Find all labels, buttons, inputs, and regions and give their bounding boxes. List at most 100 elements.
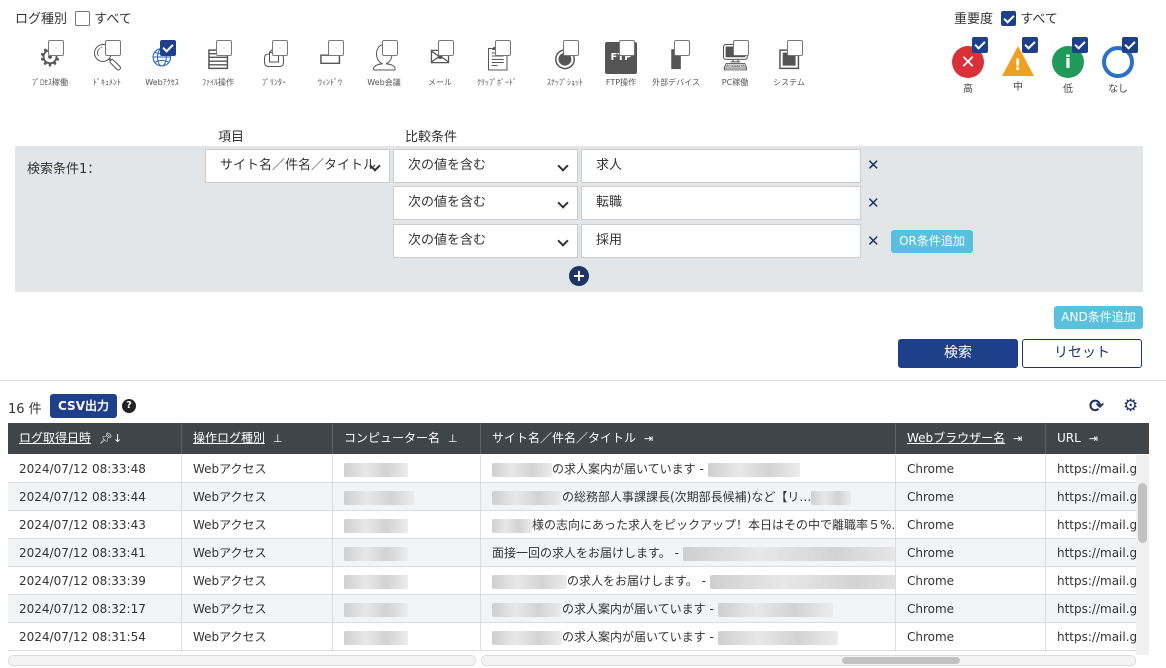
cell-computer [333, 455, 481, 483]
log-type-process[interactable]: ⚙ ﾌﾟﾛｾｽ稼働 [26, 38, 74, 88]
remove-condition-1-icon[interactable]: ✕ [867, 156, 880, 174]
log-type-checkbox[interactable] [216, 40, 232, 56]
compare-select-2[interactable]: 次の値を含む [393, 186, 578, 220]
cell-log-type: Webアクセス [182, 623, 333, 651]
gear-icon[interactable]: ⚙ [1123, 396, 1138, 416]
log-type-all-label: すべて [94, 12, 132, 27]
csv-export-button[interactable]: CSV出力 [50, 394, 117, 418]
log-type-checkbox[interactable] [438, 40, 454, 56]
log-type-checkbox[interactable] [272, 40, 288, 56]
severity-checkbox[interactable] [972, 37, 988, 53]
severity-1[interactable]: ! 中 [998, 37, 1038, 93]
column-log-type[interactable]: 操作ログ種別 ⊥ [182, 423, 333, 454]
log-type-printer[interactable]: ⎙ ﾌﾟﾘﾝﾀｰ [250, 38, 298, 88]
log-type-pc-clock[interactable]: 🖥︎ PC稼働 [711, 38, 759, 88]
pin-icon: 📌︎↓ [99, 432, 123, 445]
field-select[interactable]: サイト名／件名／タイトル [205, 149, 390, 183]
severity-checkbox[interactable] [1022, 37, 1038, 53]
log-type-checkbox[interactable] [160, 40, 176, 56]
log-type-checkbox[interactable] [619, 40, 635, 56]
log-type-label: ログ種別 [15, 12, 68, 27]
log-type-checkbox[interactable] [105, 40, 121, 56]
log-type-all-checkbox[interactable] [75, 11, 91, 26]
add-circle-icon[interactable]: + [569, 266, 589, 286]
vertical-scrollbar[interactable] [1136, 455, 1149, 655]
log-type-ftp[interactable]: FTP FTP操作 [597, 38, 645, 88]
log-type-window[interactable]: ▭ ｳｨﾝﾄﾞｳ [306, 38, 354, 88]
remove-condition-2-icon[interactable]: ✕ [867, 194, 880, 212]
window-icon: ▭ [314, 40, 346, 74]
table-row[interactable]: 2024/07/12 08:33:41 Webアクセス 面接一回の求人をお届けします… [8, 539, 1136, 567]
table-row[interactable]: 2024/07/12 08:33:43 Webアクセス 様の志向にあった求人をピック… [8, 511, 1136, 539]
log-type-clipboard[interactable]: 📋︎ ｸﾘｯﾌﾟﾎﾞｰﾄﾞ [473, 38, 521, 88]
severity-0[interactable]: ✕ 高 [948, 37, 988, 95]
reset-button[interactable]: リセット [1022, 339, 1142, 368]
cell-url: https://mail.go [1057, 630, 1136, 644]
severity-3[interactable]: なし [1098, 37, 1138, 95]
value-input-2[interactable]: 転職 [581, 186, 861, 220]
column-title[interactable]: サイト名／件名／タイトル ⇥ [481, 423, 896, 454]
horizontal-scrollbar-right[interactable] [481, 655, 1136, 666]
and-condition-button[interactable]: AND条件追加 [1054, 306, 1143, 329]
cell-datetime: 2024/07/12 08:33:39 [8, 567, 182, 595]
usb-icon: ▮ [660, 40, 692, 74]
value-input-3[interactable]: 採用 [581, 224, 861, 258]
log-type-label: ﾌｧｲﾙ操作 [202, 78, 234, 87]
log-type-usb[interactable]: ▮ 外部デバイス [652, 38, 700, 88]
help-icon[interactable]: ? [122, 399, 136, 413]
log-type-checkbox[interactable] [674, 40, 690, 56]
table-row[interactable]: 2024/07/12 08:32:17 Webアクセス の求人案内が届いています -… [8, 595, 1136, 623]
remove-condition-3-icon[interactable]: ✕ [867, 232, 880, 250]
cell-title: の求人案内が届いています - [481, 623, 896, 651]
cell-url: https://mail.go [1057, 546, 1136, 560]
cell-title: 面接一回の求人をお届けします。 - [481, 539, 896, 567]
column-datetime[interactable]: ログ取得日時 📌︎↓ [8, 423, 182, 454]
cell-title: の総務部人事課課長(次期部長候補)など【リ… [481, 483, 896, 511]
log-type-globe[interactable]: 🌐︎ Webｱｸｾｽ [138, 38, 186, 88]
refresh-icon[interactable]: ⟳ [1089, 396, 1104, 417]
severity-checkbox[interactable] [1072, 37, 1088, 53]
cell-browser: Chrome [896, 539, 1046, 567]
severity-2[interactable]: i低 [1048, 37, 1088, 95]
cell-log-type: Webアクセス [182, 455, 333, 483]
compare-select-3[interactable]: 次の値を含む [393, 224, 578, 258]
log-type-checkbox[interactable] [563, 40, 579, 56]
column-browser[interactable]: Webブラウザー名 ⇥ [896, 423, 1046, 454]
log-type-checkbox[interactable] [787, 40, 803, 56]
log-type-mail[interactable]: ✉ メール [416, 38, 464, 88]
log-type-checkbox[interactable] [382, 40, 398, 56]
severity-all-checkbox[interactable] [1001, 11, 1017, 26]
log-type-system[interactable]: ▣ システム [765, 38, 813, 88]
log-type-meeting[interactable]: 👤︎ Web会議 [360, 38, 408, 88]
log-type-label: ﾄﾞｷｭﾒﾝﾄ [93, 78, 121, 87]
table-row[interactable]: 2024/07/12 08:33:44 Webアクセス の総務部人事課課長(次期部長… [8, 483, 1136, 511]
log-type-checkbox[interactable] [495, 40, 511, 56]
log-type-label: ｸﾘｯﾌﾟﾎﾞｰﾄﾞ [477, 78, 517, 87]
divider [0, 380, 1166, 381]
or-condition-button[interactable]: OR条件追加 [891, 230, 973, 253]
search-button[interactable]: 検索 [898, 339, 1018, 368]
table-row[interactable]: 2024/07/12 08:33:48 Webアクセス の求人案内が届いています -… [8, 455, 1136, 483]
camera-icon: ◉ [549, 40, 581, 74]
log-type-camera[interactable]: ◉ ｽﾅｯﾌﾟｼｮｯﾄ [541, 38, 589, 88]
cell-browser: Chrome [896, 483, 1046, 511]
cell-url: https://mail.go [1057, 602, 1136, 616]
log-type-file[interactable]: ▤ ﾌｧｲﾙ操作 [194, 38, 242, 88]
log-type-checkbox[interactable] [48, 40, 64, 56]
cell-computer [333, 539, 481, 567]
column-url[interactable]: URL ⇥ [1046, 423, 1149, 454]
log-type-checkbox[interactable] [328, 40, 344, 56]
log-type-checkbox[interactable] [733, 40, 749, 56]
table-row[interactable]: 2024/07/12 08:33:39 Webアクセス の求人をお届けします。 - … [8, 567, 1136, 595]
cell-datetime: 2024/07/12 08:33:48 [8, 455, 182, 483]
table-row[interactable]: 2024/07/12 08:31:54 Webアクセス の求人案内が届いています -… [8, 623, 1136, 651]
value-input-1[interactable]: 求人 [581, 149, 861, 183]
mail-icon: ✉ [424, 40, 456, 74]
process-icon: ⚙ [34, 40, 66, 74]
compare-select-1[interactable]: 次の値を含む [393, 149, 578, 183]
column-computer[interactable]: コンピューター名 ⊥ [333, 423, 481, 454]
result-count: 16 件 [8, 402, 42, 417]
log-type-document[interactable]: 🔍︎ ﾄﾞｷｭﾒﾝﾄ [83, 38, 131, 88]
severity-checkbox[interactable] [1122, 37, 1138, 53]
horizontal-scrollbar-left[interactable] [8, 655, 476, 666]
